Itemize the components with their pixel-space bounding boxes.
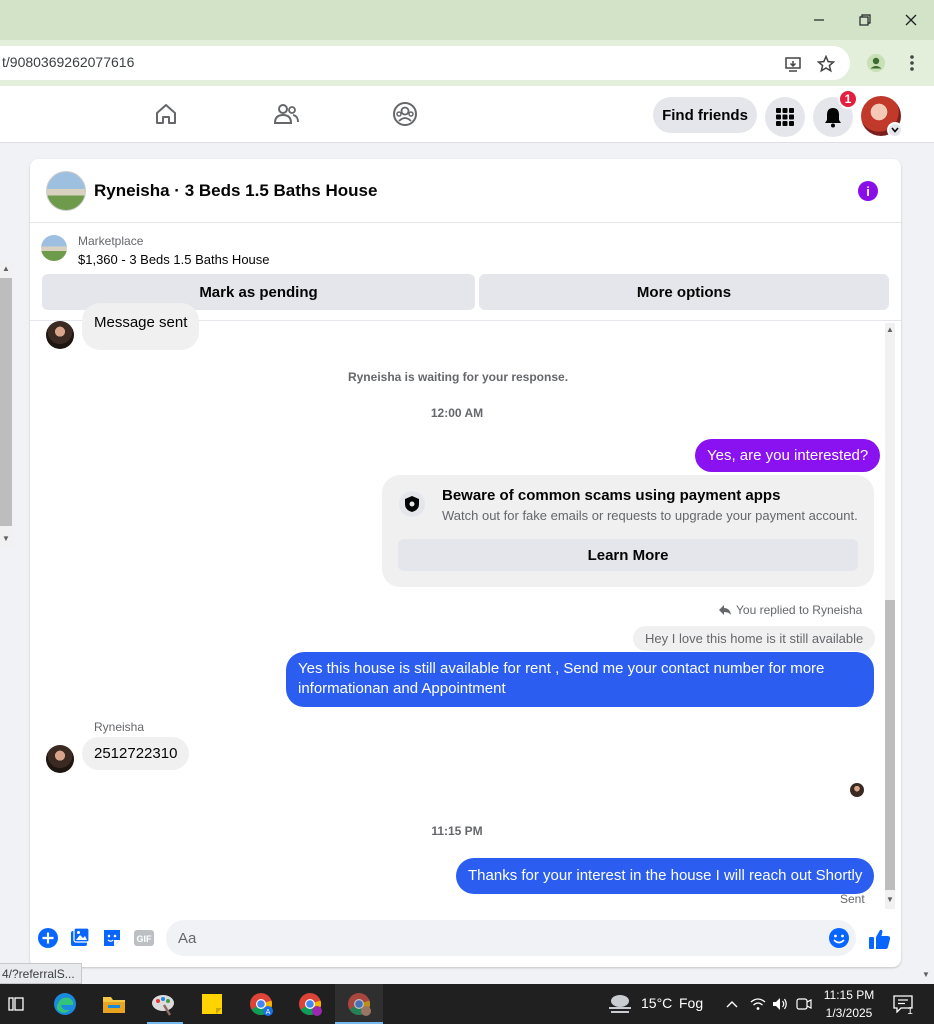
listing-avatar[interactable] [46, 171, 86, 211]
chat-header: Ryneisha · 3 Beds 1.5 Baths House i [30, 159, 901, 223]
menu-button[interactable] [765, 97, 805, 137]
home-icon[interactable] [151, 99, 181, 129]
received-message-bubble: 2512722310 [82, 737, 190, 770]
paint-icon[interactable] [149, 990, 177, 1018]
photo-icon[interactable] [69, 927, 91, 949]
learn-more-button[interactable]: Learn More [398, 539, 858, 571]
bell-icon [825, 108, 841, 128]
edge-browser-icon[interactable] [51, 990, 79, 1018]
chevron-down-icon[interactable] [887, 122, 903, 138]
reply-icon [719, 605, 731, 615]
add-icon[interactable] [37, 927, 59, 949]
meet-now-icon[interactable] [794, 990, 814, 1018]
thumbs-up-icon[interactable] [868, 927, 892, 951]
seen-indicator-avatar [850, 783, 864, 797]
sticker-icon[interactable] [101, 927, 123, 949]
bookmark-star-icon[interactable] [816, 54, 836, 74]
message-bubble: Message sent [82, 303, 200, 350]
svg-text:A: A [266, 1009, 271, 1016]
chevron-up-icon[interactable] [722, 990, 742, 1018]
sent-message-bubble: Yes, are you interested? [695, 439, 881, 472]
sent-message-bubble: Yes this house is still available for re… [286, 652, 874, 707]
active-app-highlight [335, 984, 383, 1024]
message-composer: GIF [30, 915, 901, 967]
minimize-button[interactable] [799, 6, 839, 34]
chrome-profile-a-icon[interactable]: A [247, 990, 275, 1018]
status-url: 4/?referralS... [0, 963, 82, 984]
waiting-notice: Ryneisha is waiting for your response. [347, 370, 569, 384]
minimize-icon [814, 19, 824, 21]
marketplace-thumbnail[interactable] [41, 235, 67, 261]
page-scrollbar-thumb[interactable] [0, 278, 12, 526]
profile-icon[interactable] [866, 53, 886, 73]
restore-icon [859, 14, 871, 26]
sent-status: Sent [840, 892, 865, 906]
find-friends-button[interactable]: Find friends [653, 97, 757, 133]
fog-weather-icon[interactable] [606, 990, 634, 1018]
restore-button[interactable] [845, 6, 885, 34]
grid-menu-icon [776, 108, 794, 126]
info-icon[interactable]: i [858, 181, 878, 201]
windows-taskbar: A 15°C Fog 11:15 PM 1/3/2025 1 [0, 984, 934, 1024]
timestamp: 12:00 AM [430, 406, 484, 420]
weather-description[interactable]: Fog [679, 995, 703, 1011]
quoted-message[interactable]: Hey I love this home is it still availab… [633, 626, 876, 651]
friends-icon[interactable] [271, 99, 301, 129]
reply-indicator: You replied to Ryneisha [718, 603, 862, 617]
more-options-button[interactable]: More options [479, 274, 889, 310]
message-line: informationan and Appointment [298, 680, 506, 697]
sender-name: Ryneisha [94, 720, 145, 734]
groups-icon[interactable] [390, 99, 420, 129]
scam-warning-card: Beware of common scams using payment app… [382, 475, 874, 587]
svg-text:GIF: GIF [137, 934, 153, 944]
scroll-up-arrow[interactable]: ▲ [886, 325, 894, 334]
install-app-icon[interactable] [783, 54, 803, 74]
contact-avatar[interactable] [46, 321, 74, 349]
marketplace-label: Marketplace [78, 234, 144, 248]
volume-icon[interactable] [770, 990, 790, 1018]
emoji-icon[interactable] [828, 927, 850, 949]
close-window-button[interactable] [891, 6, 931, 34]
url-field[interactable]: t/9080369262077616 [0, 46, 850, 80]
notification-badge: 1 [838, 89, 858, 109]
shield-icon [399, 491, 425, 517]
sent-message-bubble: Thanks for your interest in the house I … [456, 858, 875, 894]
scroll-down-arrow[interactable]: ▼ [886, 895, 894, 904]
message-input[interactable] [166, 920, 856, 956]
weather-temperature[interactable]: 15°C [641, 995, 672, 1011]
scam-warning-title: Beware of common scams using payment app… [442, 487, 781, 504]
wifi-icon[interactable] [748, 990, 768, 1018]
clock-date[interactable]: 1/3/2025 [818, 1006, 880, 1020]
scam-warning-description: Watch out for fake emails or requests to… [442, 508, 858, 523]
scroll-down-arrow[interactable]: ▼ [922, 970, 930, 979]
browser-title-bar [0, 0, 934, 40]
chat-panel: Ryneisha · 3 Beds 1.5 Baths House i Mark… [30, 159, 901, 967]
scroll-down-arrow[interactable]: ▼ [2, 534, 10, 543]
chat-title[interactable]: Ryneisha · 3 Beds 1.5 Baths House [94, 181, 377, 201]
reply-indicator-text: You replied to Ryneisha [736, 603, 863, 617]
clock-time[interactable]: 11:15 PM [818, 988, 880, 1002]
task-view-icon[interactable] [2, 990, 30, 1018]
scroll-up-arrow[interactable]: ▲ [2, 264, 10, 273]
address-bar: t/9080369262077616 [0, 40, 934, 86]
listing-price[interactable]: $1,360 - 3 Beds 1.5 Baths House [78, 252, 270, 267]
close-icon [905, 14, 917, 26]
contact-avatar[interactable] [46, 745, 74, 773]
sticky-notes-icon[interactable] [198, 990, 226, 1018]
chrome-profile-b-icon[interactable] [296, 990, 324, 1018]
url-text: t/9080369262077616 [2, 54, 135, 70]
chat-scrollbar-thumb[interactable] [885, 600, 895, 890]
timestamp: 11:15 PM [431, 824, 483, 838]
file-explorer-icon[interactable] [100, 990, 128, 1018]
gif-icon[interactable]: GIF [133, 927, 155, 949]
browser-menu-icon[interactable] [902, 53, 922, 73]
message-line: Yes this house is still available for re… [298, 660, 825, 677]
notification-count: 1 [907, 1006, 913, 1017]
